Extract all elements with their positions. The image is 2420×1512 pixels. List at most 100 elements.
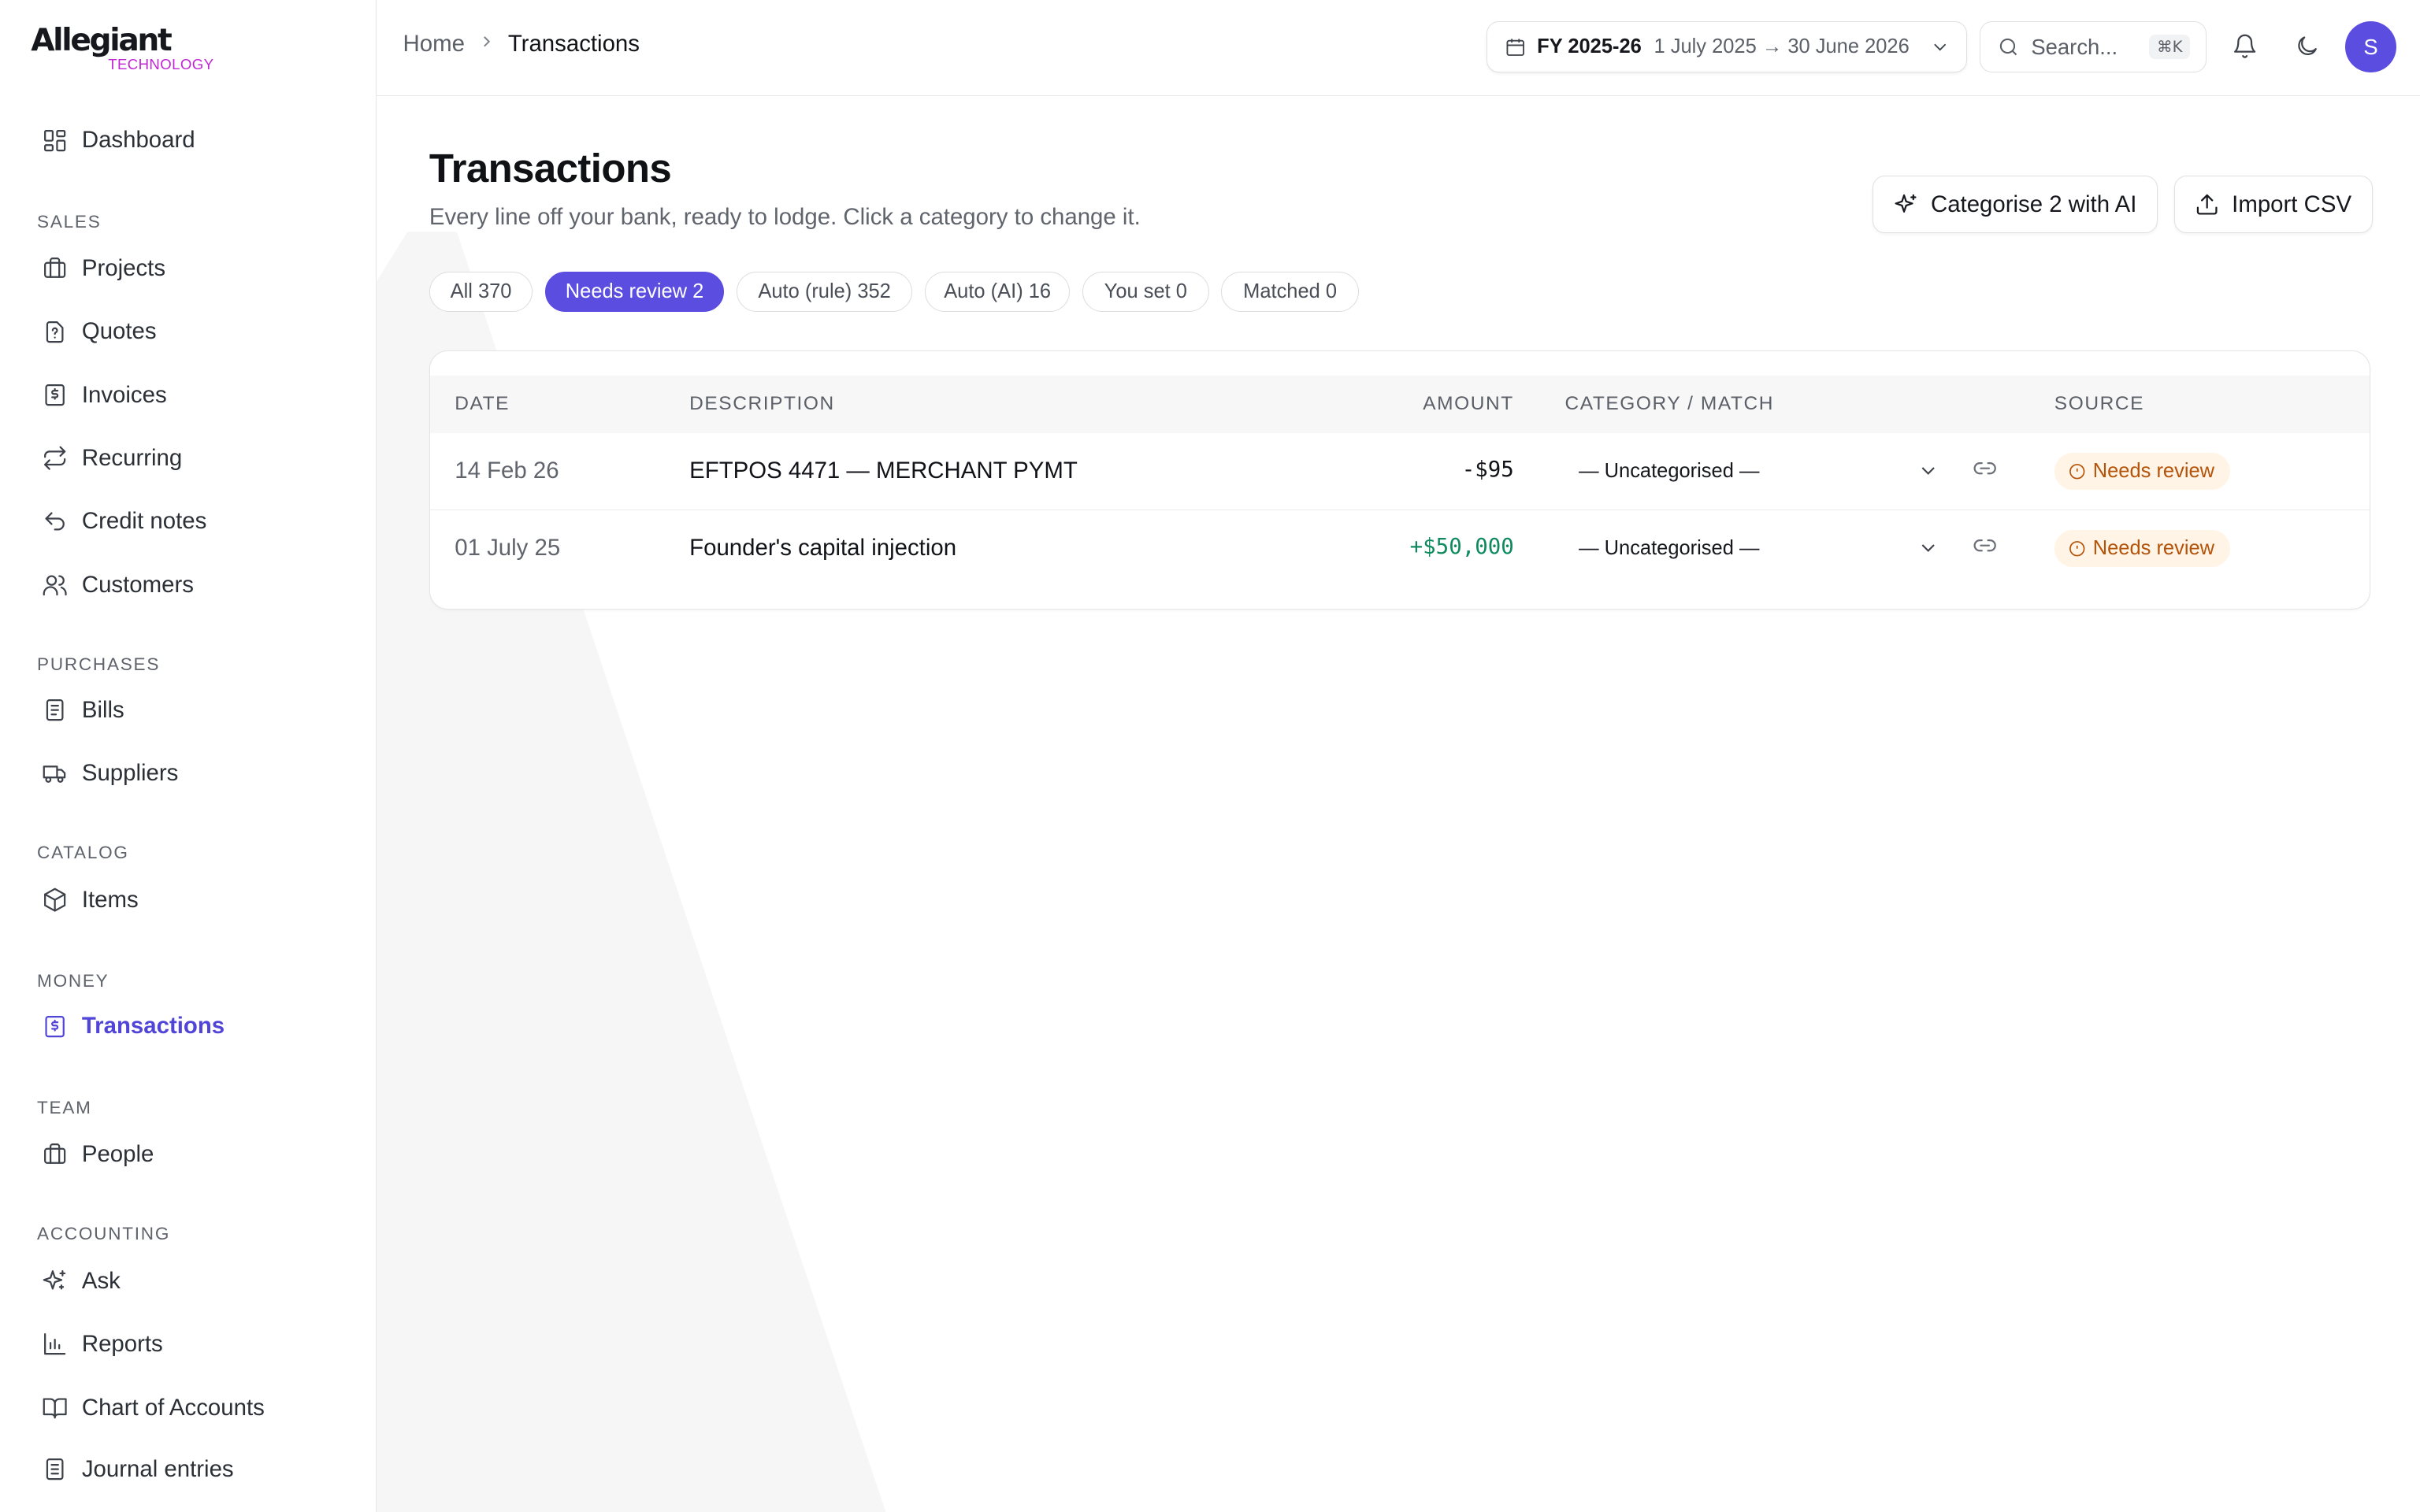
- theme-toggle-button[interactable]: [2292, 31, 2322, 61]
- filter-you-set[interactable]: You set 0: [1082, 271, 1209, 312]
- sidebar-item-label: Journal entries: [81, 1455, 234, 1482]
- fiscal-year-selector[interactable]: FY 2025-26 1 July 2025 → 30 June 2026: [1487, 21, 1968, 73]
- column-category[interactable]: CATEGORY / MATCH: [1564, 393, 1774, 415]
- category-select[interactable]: — Uncategorised —: [1564, 530, 1957, 567]
- filter-auto-ai[interactable]: Auto (AI) 16: [925, 271, 1071, 312]
- row-amount: -$95: [1461, 458, 1514, 483]
- status-badge-label: Needs review: [2092, 537, 2215, 560]
- invoice-icon: [42, 382, 68, 408]
- sidebar-item-reports[interactable]: Reports: [24, 1318, 352, 1371]
- bar-chart-icon: [42, 1331, 68, 1357]
- category-select[interactable]: — Uncategorised —: [1564, 453, 1957, 490]
- chevron-down-icon: [1934, 43, 1947, 51]
- search-icon: [2000, 38, 2017, 56]
- search-input[interactable]: [2031, 34, 2140, 60]
- section-sales: SALES: [37, 211, 102, 232]
- categorise-ai-button[interactable]: Categorise 2 with AI: [1873, 176, 2158, 233]
- upload-icon: [2196, 194, 2218, 215]
- link-icon: [1973, 539, 1996, 552]
- sidebar-item-dashboard[interactable]: Dashboard: [24, 114, 352, 167]
- fiscal-year-range: 1 July 2025 → 30 June 2026: [1654, 35, 1910, 58]
- categorise-ai-label: Categorise 2 with AI: [1930, 191, 2137, 217]
- import-csv-label: Import CSV: [2232, 191, 2352, 217]
- brand-logo[interactable]: Allegiant TECHNOLOGY: [31, 21, 232, 77]
- box-icon: [42, 887, 68, 913]
- sidebar-item-customers[interactable]: Customers: [24, 559, 352, 612]
- top-bar: Home Transactions FY 2025-26 1 July 2025…: [377, 0, 2420, 96]
- sidebar-item-label: Items: [81, 886, 139, 913]
- sidebar-item-label: Quotes: [81, 318, 157, 345]
- moon-icon: [2297, 36, 2317, 56]
- row-date: 01 July 25: [455, 535, 561, 561]
- search-box[interactable]: ⌘K: [1979, 21, 2207, 73]
- sidebar-item-label: Customers: [81, 571, 194, 598]
- briefcase-icon: [42, 1141, 68, 1167]
- sidebar-item-projects[interactable]: Projects: [24, 243, 352, 295]
- book-open-icon: [42, 1395, 68, 1421]
- sidebar-item-label: Suppliers: [81, 759, 179, 786]
- chevron-down-icon: [1921, 467, 1936, 475]
- sidebar-item-label: Chart of Accounts: [81, 1394, 265, 1421]
- section-accounting: ACCOUNTING: [37, 1224, 171, 1244]
- sidebar-item-ask[interactable]: Ask: [24, 1254, 352, 1307]
- column-date[interactable]: DATE: [455, 393, 510, 415]
- sidebar-item-label: Transactions: [81, 1013, 225, 1040]
- sidebar-item-journal-entries[interactable]: Journal entries: [24, 1443, 352, 1496]
- sidebar-item-invoices[interactable]: Invoices: [24, 369, 352, 421]
- sidebar-item-people[interactable]: People: [24, 1128, 352, 1181]
- briefcase-icon: [42, 255, 68, 281]
- dollar-receipt-icon: [42, 1014, 68, 1040]
- table-header: DATE DESCRIPTION AMOUNT CATEGORY / MATCH…: [429, 376, 2370, 433]
- receipt-icon: [42, 697, 68, 723]
- sidebar-item-quotes[interactable]: Quotes: [24, 306, 352, 358]
- column-description[interactable]: DESCRIPTION: [689, 393, 835, 415]
- sidebar-item-suppliers[interactable]: Suppliers: [24, 747, 352, 800]
- filter-matched[interactable]: Matched 0: [1221, 271, 1359, 312]
- breadcrumb-home[interactable]: Home: [403, 31, 465, 57]
- chevron-down-icon: [1921, 544, 1936, 552]
- sidebar-item-label: Ask: [81, 1267, 121, 1294]
- table-row[interactable]: 01 July 25 Founder's capital injection +…: [430, 510, 2370, 587]
- match-link-button[interactable]: [1973, 456, 2000, 484]
- avatar[interactable]: S: [2345, 21, 2396, 73]
- file-question-icon: [42, 319, 68, 345]
- page-subtitle: Every line off your bank, ready to lodge…: [429, 203, 1141, 230]
- filter-auto-rule[interactable]: Auto (rule) 352: [736, 271, 913, 312]
- filter-needs-review[interactable]: Needs review 2: [544, 271, 725, 312]
- dashboard-icon: [42, 128, 68, 154]
- sidebar-item-chart-of-accounts[interactable]: Chart of Accounts: [24, 1381, 352, 1434]
- sidebar-item-recurring[interactable]: Recurring: [24, 432, 352, 485]
- sparkles-icon: [1895, 194, 1917, 213]
- status-badge: Needs review: [2054, 530, 2230, 568]
- sidebar-item-bills[interactable]: Bills: [24, 684, 352, 736]
- column-amount[interactable]: AMOUNT: [1423, 393, 1514, 415]
- breadcrumb-current: Transactions: [507, 31, 640, 57]
- status-badge: Needs review: [2054, 453, 2230, 491]
- sidebar-item-label: Reports: [81, 1331, 163, 1358]
- notifications-button[interactable]: [2229, 31, 2260, 61]
- breadcrumb: Home Transactions: [403, 31, 640, 57]
- section-purchases: PURCHASES: [37, 654, 161, 675]
- search-shortcut: ⌘K: [2149, 35, 2191, 59]
- notebook-icon: [42, 1456, 68, 1482]
- sidebar-item-transactions[interactable]: Transactions: [24, 1000, 352, 1053]
- truck-icon: [42, 760, 68, 786]
- category-value: — Uncategorised —: [1579, 537, 1760, 560]
- match-link-button[interactable]: [1973, 533, 2000, 561]
- sidebar-item-items[interactable]: Items: [24, 873, 352, 926]
- section-catalog: CATALOG: [37, 843, 129, 863]
- row-date: 14 Feb 26: [455, 458, 559, 484]
- sidebar: Allegiant TECHNOLOGY Dashboard SALES Pro…: [0, 0, 377, 1512]
- sidebar-item-label: Recurring: [81, 445, 183, 472]
- table-row[interactable]: 14 Feb 26 EFTPOS 4471 — MERCHANT PYMT -$…: [429, 433, 2370, 510]
- section-money: MONEY: [37, 970, 109, 991]
- column-source[interactable]: SOURCE: [2054, 393, 2144, 415]
- chevron-right-icon: [477, 32, 496, 57]
- sidebar-item-credit-notes[interactable]: Credit notes: [24, 495, 352, 548]
- filter-all[interactable]: All 370: [429, 271, 533, 312]
- category-value: — Uncategorised —: [1579, 460, 1760, 483]
- bell-icon: [2234, 34, 2256, 58]
- alert-circle-icon: [2069, 541, 2085, 557]
- link-icon: [1973, 462, 1996, 475]
- import-csv-button[interactable]: Import CSV: [2173, 176, 2373, 233]
